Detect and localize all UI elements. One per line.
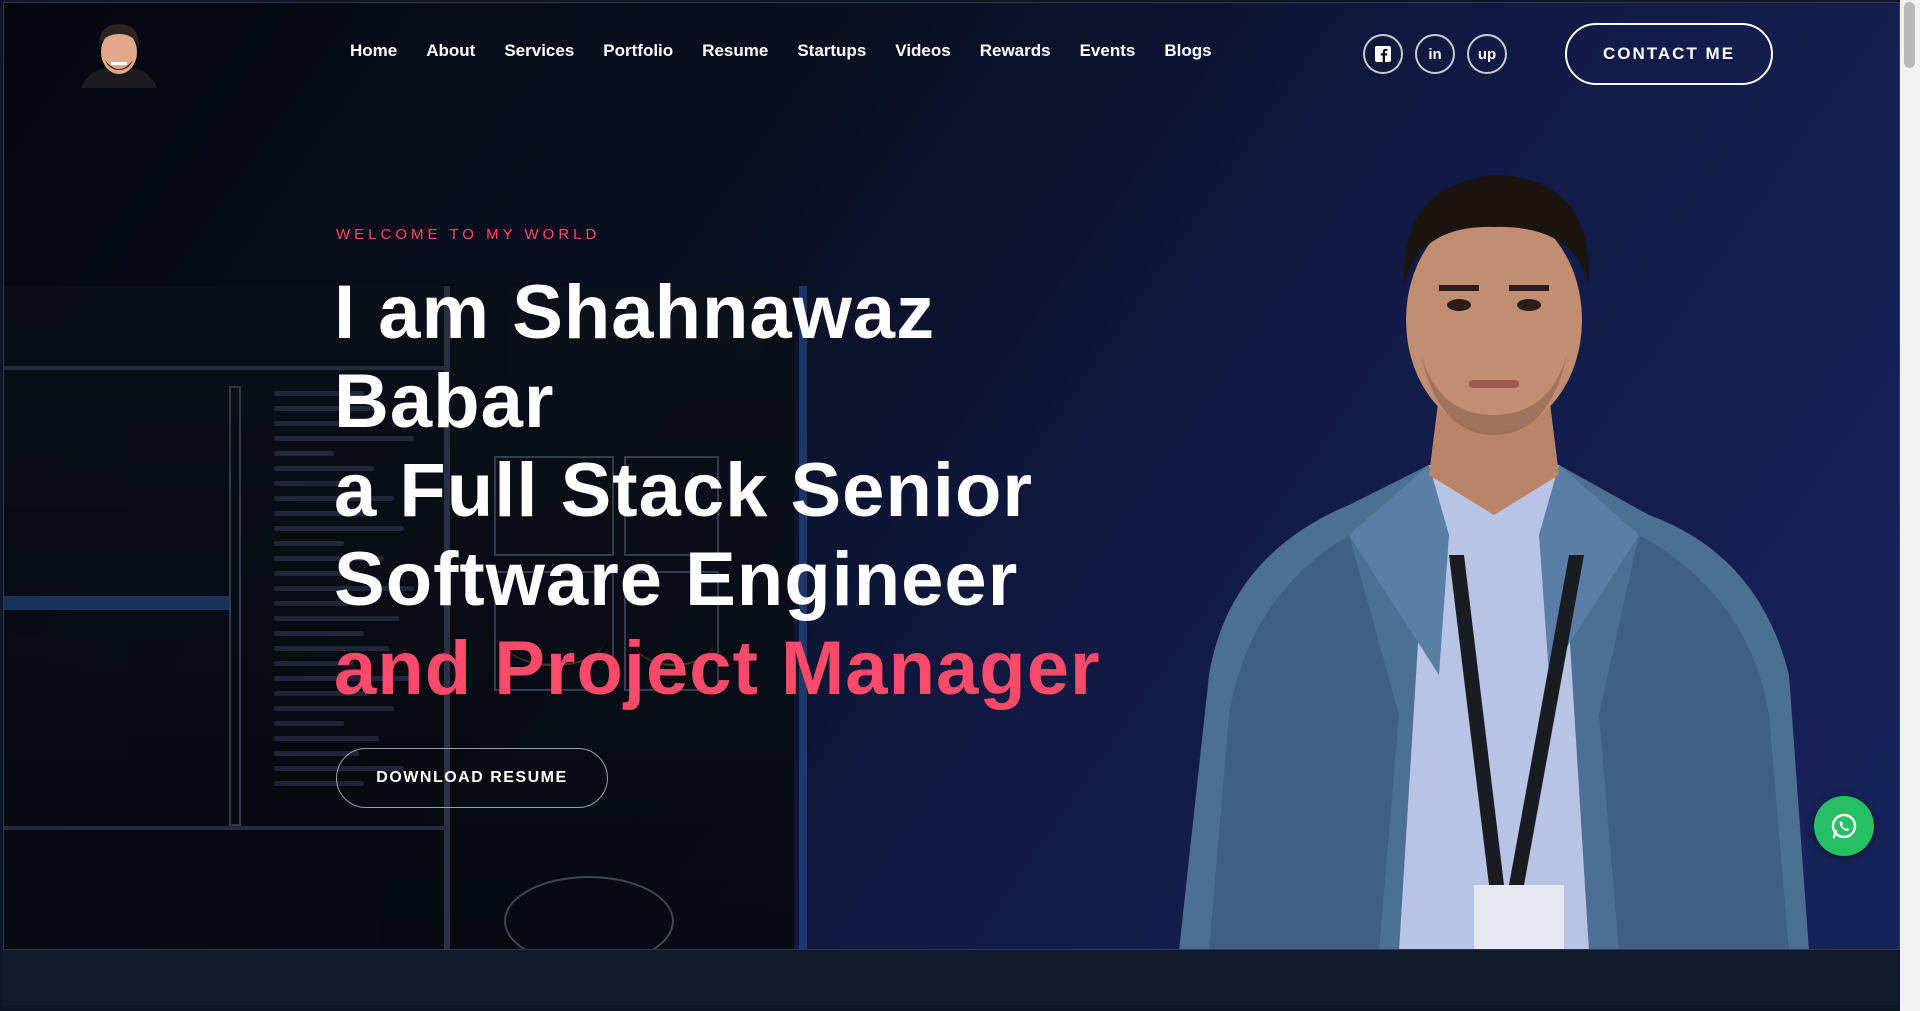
nav-startups[interactable]: Startups xyxy=(797,41,866,61)
headline-line: Software Engineer xyxy=(334,537,1019,622)
hero-eyebrow: WELCOME TO MY WORLD xyxy=(336,226,601,243)
whatsapp-icon[interactable] xyxy=(1814,796,1874,856)
headline-line: a Full Stack Senior xyxy=(334,448,1033,533)
nav-resume[interactable]: Resume xyxy=(702,41,768,61)
facebook-icon[interactable] xyxy=(1363,34,1403,74)
download-resume-button[interactable]: DOWNLOAD RESUME xyxy=(336,748,608,808)
nav-portfolio[interactable]: Portfolio xyxy=(603,41,673,61)
page-scrollbar[interactable] xyxy=(1900,0,1920,1011)
upwork-icon[interactable]: up xyxy=(1467,34,1507,74)
top-navbar: Home About Services Portfolio Resume Sta… xyxy=(0,0,1900,107)
headline-accent-line: and Project Manager xyxy=(334,626,1101,711)
social-links: in up xyxy=(1363,34,1507,74)
nav-videos[interactable]: Videos xyxy=(895,41,950,61)
next-section-strip xyxy=(3,950,1900,1005)
main-menu: Home About Services Portfolio Resume Sta… xyxy=(350,41,1241,61)
headline-line: I am Shahnawaz xyxy=(334,270,936,355)
logo-avatar[interactable] xyxy=(77,20,161,88)
contact-me-button[interactable]: CONTACT ME xyxy=(1565,23,1773,85)
nav-home[interactable]: Home xyxy=(350,41,397,61)
profile-photo xyxy=(1179,175,1809,949)
nav-services[interactable]: Services xyxy=(504,41,574,61)
nav-blogs[interactable]: Blogs xyxy=(1164,41,1211,61)
headline-line: Babar xyxy=(334,359,555,444)
hero-headline: I am Shahnawaz Babar a Full Stack Senior… xyxy=(334,268,1234,713)
nav-rewards[interactable]: Rewards xyxy=(980,41,1051,61)
scrollbar-thumb[interactable] xyxy=(1904,2,1915,68)
nav-about[interactable]: About xyxy=(426,41,475,61)
nav-events[interactable]: Events xyxy=(1080,41,1136,61)
linkedin-icon[interactable]: in xyxy=(1415,34,1455,74)
page: Home About Services Portfolio Resume Sta… xyxy=(0,0,1900,1011)
